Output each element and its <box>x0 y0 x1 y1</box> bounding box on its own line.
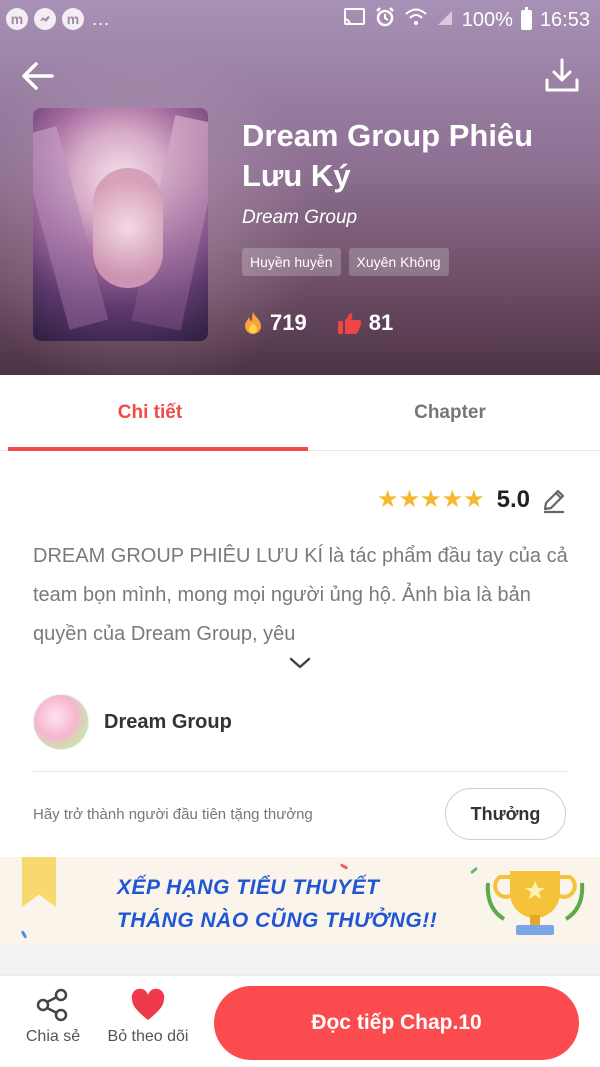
rating-value: 5.0 <box>496 486 530 513</box>
star-icon: ★ <box>441 486 464 513</box>
banner-line-1: XẾP HẠNG TIỂU THUYẾT <box>117 876 380 899</box>
reward-button[interactable]: Thưởng <box>445 788 566 840</box>
detail-tabs: Chi tiết Chapter <box>0 375 600 451</box>
like-count: 81 <box>337 310 393 336</box>
unfollow-button[interactable]: Bỏ theo dõi <box>100 988 196 1054</box>
download-button[interactable] <box>542 56 582 96</box>
divider <box>33 771 567 772</box>
book-header: m m ... 100% 16:53 Dream Group Phiêu Lưu… <box>0 0 600 375</box>
fire-icon <box>245 312 261 334</box>
expand-description-icon[interactable] <box>288 654 312 672</box>
book-author[interactable]: Dream Group <box>242 207 357 229</box>
share-icon <box>36 988 68 1022</box>
ranking-banner[interactable]: XẾP HẠNG TIỂU THUYẾT THÁNG NÀO CŨNG THƯỞ… <box>0 857 600 945</box>
alarm-icon <box>374 6 396 34</box>
view-count-value: 719 <box>270 310 307 335</box>
wifi-icon <box>404 7 428 33</box>
share-label: Chia sẻ <box>25 1028 81 1045</box>
banner-line-2: THÁNG NÀO CŨNG THƯỞNG!! <box>117 909 438 932</box>
continue-reading-button[interactable]: Đọc tiếp Chap.10 <box>214 986 579 1060</box>
bookmark-ribbon-icon <box>22 857 56 907</box>
back-button[interactable] <box>18 56 58 96</box>
gift-prompt: Hãy trở thành người đầu tiên tặng thưởng <box>33 806 313 823</box>
tab-details[interactable]: Chi tiết <box>0 375 300 451</box>
arrow-left-icon <box>22 62 54 90</box>
banner-text: XẾP HẠNG TIỂU THUYẾT THÁNG NÀO CŨNG THƯỞ… <box>117 871 437 937</box>
cast-icon <box>342 7 366 33</box>
star-icon: ★ <box>398 486 421 513</box>
unfollow-label: Bỏ theo dõi <box>107 1028 189 1045</box>
genre-tag[interactable]: Xuyên Không <box>348 248 449 276</box>
genre-tag[interactable]: Huyền huyễn <box>242 248 341 276</box>
like-count-value: 81 <box>368 310 394 335</box>
app-notification-icon: m <box>6 8 28 30</box>
share-button[interactable]: Chia sẻ <box>18 988 88 1054</box>
app-notification-icon: m <box>62 8 84 30</box>
download-icon <box>545 58 579 92</box>
thumbs-up-icon <box>337 313 362 334</box>
section-separator <box>0 945 600 975</box>
battery-percent: 100% <box>461 8 513 31</box>
signal-icon <box>436 8 454 32</box>
rating-stars: ★ ★ ★ ★ ★ <box>377 488 485 512</box>
edit-rating-icon[interactable] <box>540 486 568 514</box>
active-tab-indicator <box>8 447 308 451</box>
book-stats: 719 81 <box>242 310 393 336</box>
tab-chapter[interactable]: Chapter <box>300 375 600 451</box>
uploader-row[interactable]: Dream Group <box>33 694 232 750</box>
view-count: 719 <box>242 310 307 336</box>
system-status: 100% 16:53 <box>342 6 590 34</box>
book-title: Dream Group Phiêu Lưu Ký <box>242 118 534 193</box>
notification-icons: m m ... <box>6 8 110 30</box>
messenger-icon <box>34 8 56 30</box>
star-icon: ★ <box>463 486 485 513</box>
more-notifications: ... <box>92 8 111 29</box>
heart-icon <box>131 988 165 1020</box>
book-cover[interactable] <box>33 108 208 341</box>
trophy-icon <box>485 871 585 935</box>
avatar <box>33 694 89 750</box>
genre-tags: Huyền huyễn Xuyên Không <box>242 248 449 276</box>
bottom-action-bar: Chia sẻ Bỏ theo dõi Đọc tiếp Chap.10 <box>0 975 600 1067</box>
status-bar: m m ... 100% 16:53 <box>0 0 600 40</box>
clock: 16:53 <box>539 8 590 31</box>
battery-icon <box>520 7 532 30</box>
star-icon: ★ <box>420 486 442 513</box>
uploader-name: Dream Group <box>104 710 232 733</box>
star-icon: ★ <box>377 486 399 513</box>
book-description: DREAM GROUP PHIÊU LƯU KÍ là tác phẩm đầu… <box>33 545 568 645</box>
rating: ★ ★ ★ ★ ★ 5.0 <box>377 486 568 514</box>
